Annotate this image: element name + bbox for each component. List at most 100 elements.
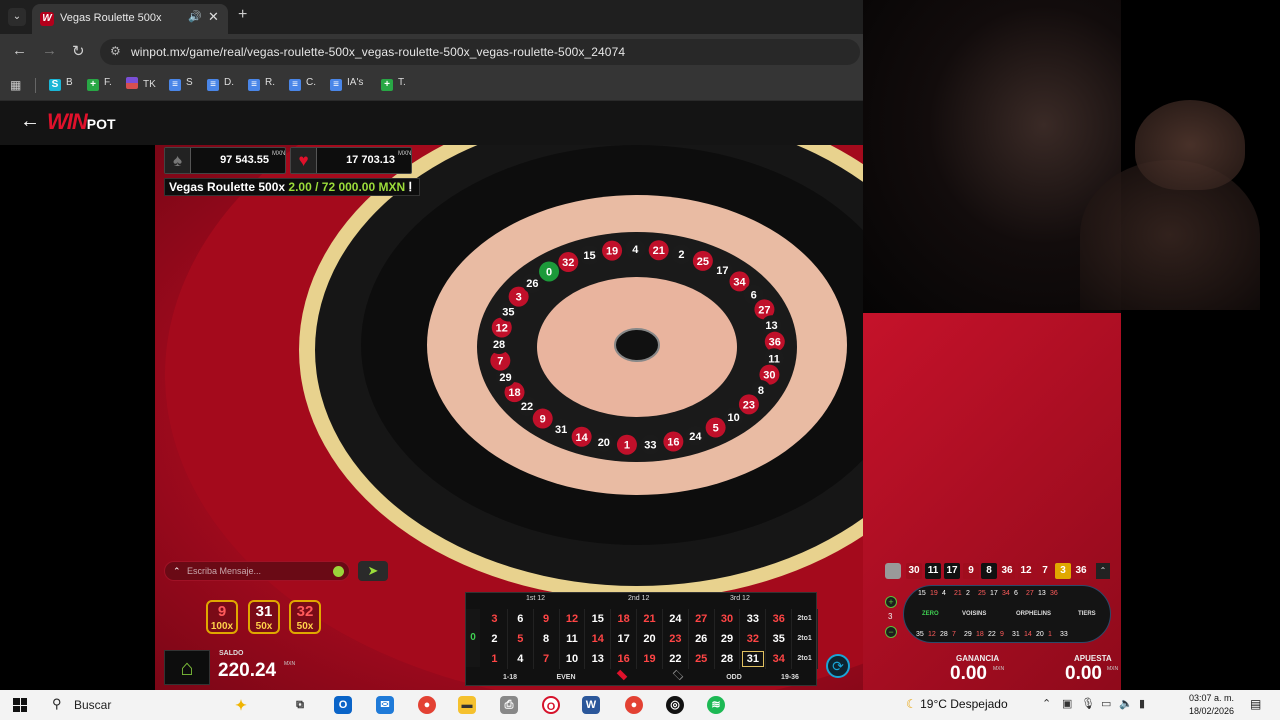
tray-app-icon[interactable]: ▣ — [1062, 697, 1072, 710]
tab-search-chevron-icon[interactable]: ⌄ — [8, 8, 26, 26]
number-cell[interactable]: 32 — [740, 629, 767, 649]
number-cell[interactable]: 18 — [611, 609, 638, 629]
bet-black[interactable] — [650, 669, 706, 687]
bookmark-item[interactable]: ≡ R. — [248, 77, 275, 91]
bookmark-item[interactable]: ≡ C. — [289, 77, 316, 91]
racetrack-number[interactable]: 33 — [1060, 631, 1068, 638]
bookmark-item[interactable]: ≡ S — [169, 77, 193, 91]
chatgpt-icon[interactable]: ◎ — [666, 696, 684, 714]
column-bet-cell[interactable]: 2to1 — [792, 609, 818, 629]
number-cell[interactable]: 26 — [689, 629, 715, 649]
number-cell[interactable]: 19 — [637, 649, 663, 669]
racetrack-number[interactable]: 35 — [916, 631, 924, 638]
number-cell[interactable]: 34 — [766, 649, 793, 669]
racetrack-zero[interactable]: ZERO — [922, 611, 939, 617]
bookmark-item[interactable]: + T. — [381, 77, 406, 91]
number-cell[interactable]: 6 — [508, 609, 534, 629]
outlook-icon[interactable]: O — [334, 696, 352, 714]
history-toggle-icon[interactable] — [885, 563, 901, 579]
chat-input[interactable]: ⌃ Escriba Mensaje... — [164, 561, 350, 581]
racetrack-number[interactable]: 18 — [976, 631, 984, 638]
racetrack-voisins[interactable]: VOISINS — [962, 611, 986, 617]
browser-tab[interactable]: W Vegas Roulette 500x 🔊 ✕ — [32, 4, 228, 34]
printer-app-icon[interactable]: ⎙ — [500, 696, 518, 714]
number-cell[interactable]: 13 — [585, 649, 612, 669]
number-cell[interactable]: 28 — [715, 649, 741, 669]
address-bar[interactable]: ⚙ winpot.mx/game/real/vegas-roulette-500… — [100, 39, 860, 65]
neighbours-plus-icon[interactable]: + — [885, 596, 897, 608]
bet-19-36[interactable]: 19-36 — [762, 670, 818, 687]
taskbar-search-label[interactable]: Buscar — [74, 698, 111, 712]
racetrack-number[interactable]: 9 — [1000, 631, 1004, 638]
repeat-bet-icon[interactable]: ⟳ — [826, 654, 850, 678]
copilot-sparkle-icon[interactable]: ✦ — [232, 696, 250, 714]
number-cell[interactable]: 10 — [560, 649, 586, 669]
racetrack-number[interactable]: 1 — [1048, 631, 1052, 638]
history-expand-chevron-icon[interactable]: ⌃ — [1096, 563, 1110, 579]
search-icon[interactable]: ⚲ — [52, 696, 62, 712]
opera-icon[interactable]: O — [542, 696, 560, 714]
site-info-icon[interactable]: ⚙ — [110, 44, 121, 58]
bookmark-item[interactable]: TK — [126, 77, 156, 90]
notifications-icon[interactable]: ▤ — [1250, 697, 1261, 711]
racetrack-number[interactable]: 21 — [954, 590, 962, 597]
number-cell[interactable]: 31 — [740, 649, 767, 669]
weather-widget[interactable]: ☾ 19°C Despejado — [906, 697, 1008, 711]
volume-icon[interactable]: 🔈 — [1119, 697, 1133, 710]
bet-red[interactable] — [594, 669, 650, 687]
file-explorer-icon[interactable]: ▬ — [458, 696, 476, 714]
racetrack-number[interactable]: 14 — [1024, 631, 1032, 638]
reload-icon[interactable]: ↻ — [72, 42, 85, 60]
racetrack-number[interactable]: 20 — [1036, 631, 1044, 638]
number-cell[interactable]: 35 — [766, 629, 793, 649]
windows-start-icon[interactable] — [13, 698, 27, 712]
number-cell[interactable]: 14 — [585, 629, 612, 649]
emoji-icon[interactable] — [333, 566, 344, 577]
microphone-icon[interactable]: 🎙 — [1081, 697, 1095, 710]
racetrack-number[interactable]: 13 — [1038, 590, 1046, 597]
zero-cell[interactable]: 0 — [466, 609, 480, 667]
number-cell[interactable]: 16 — [611, 649, 638, 669]
bet-odd[interactable]: ODD — [706, 670, 762, 687]
racetrack-number[interactable]: 34 — [1002, 590, 1010, 597]
number-cell[interactable]: 11 — [560, 629, 586, 649]
dozen-2-label[interactable]: 2nd 12 — [628, 595, 649, 602]
number-cell[interactable]: 7 — [534, 649, 560, 669]
number-cell[interactable]: 20 — [637, 629, 663, 649]
number-cell[interactable]: 9 — [534, 609, 560, 629]
close-tab-icon[interactable]: ✕ — [208, 9, 219, 25]
racetrack-number[interactable]: 19 — [930, 590, 938, 597]
bookmark-item[interactable]: SB — [49, 77, 73, 91]
racetrack-number[interactable]: 27 — [1026, 590, 1034, 597]
number-cell[interactable]: 36 — [766, 609, 793, 629]
info-pin-icon[interactable]: ⵑ — [409, 180, 413, 194]
number-cell[interactable]: 5 — [508, 629, 534, 649]
racetrack-number[interactable]: 28 — [940, 631, 948, 638]
site-back-arrow-icon[interactable]: ← — [20, 110, 40, 133]
bet-even[interactable]: EVEN — [538, 670, 594, 687]
mail-icon[interactable]: ✉ — [376, 696, 394, 714]
racetrack-orphelins[interactable]: ORPHELINS — [1016, 611, 1051, 617]
number-cell[interactable]: 27 — [689, 609, 715, 629]
racetrack-number[interactable]: 31 — [1012, 631, 1020, 638]
number-cell[interactable]: 29 — [715, 629, 741, 649]
number-cell[interactable]: 3 — [482, 609, 508, 629]
spotify-icon[interactable]: ≋ — [707, 696, 725, 714]
bookmark-item[interactable]: ≡ IA's — [330, 77, 363, 91]
racetrack-number[interactable]: 15 — [918, 590, 926, 597]
racetrack-number[interactable]: 36 — [1050, 590, 1058, 597]
chevron-up-icon[interactable]: ⌃ — [173, 562, 181, 580]
send-message-button[interactable]: ➤ — [358, 561, 388, 581]
speaker-icon[interactable]: 🔊 — [188, 10, 202, 23]
number-cell[interactable]: 17 — [611, 629, 638, 649]
number-cell[interactable]: 30 — [715, 609, 741, 629]
bookmark-item[interactable]: ≡ D. — [207, 77, 234, 91]
word-icon[interactable]: W — [582, 696, 600, 714]
table-limits-banner[interactable]: Vegas Roulette 500x 2.00 / 72 000.00 MXN… — [164, 178, 420, 196]
apps-grid-icon[interactable]: ▦ — [10, 78, 21, 92]
new-tab-plus-icon[interactable]: + — [238, 6, 247, 24]
racetrack-number[interactable]: 2 — [966, 590, 970, 597]
dozen-3-label[interactable]: 3rd 12 — [730, 595, 750, 602]
racetrack-number[interactable]: 7 — [952, 631, 956, 638]
racetrack-number[interactable]: 29 — [964, 631, 972, 638]
